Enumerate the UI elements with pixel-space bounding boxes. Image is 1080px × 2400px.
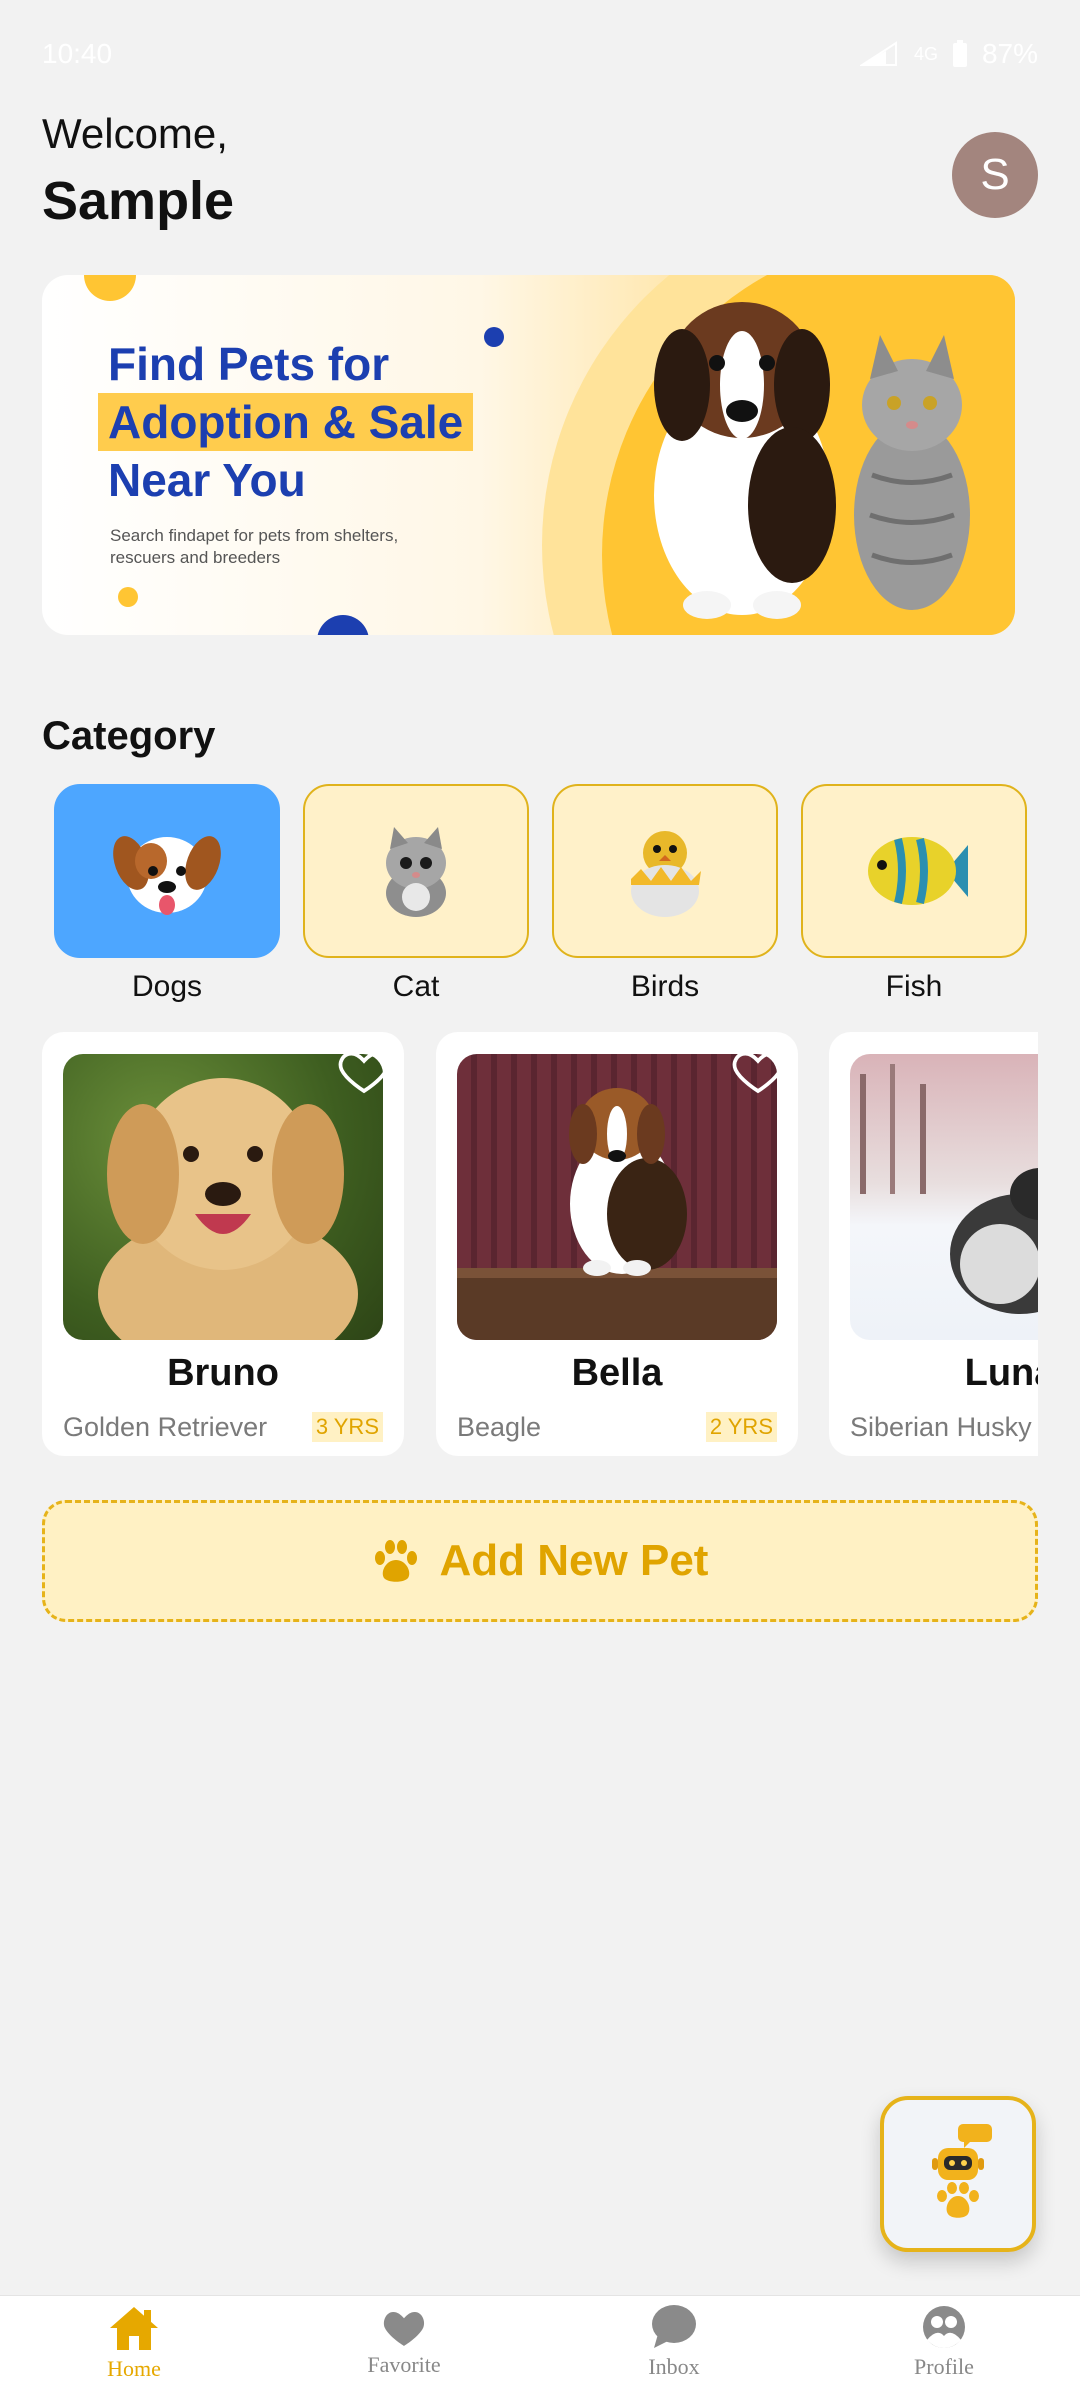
tropical-fish-icon — [868, 837, 968, 905]
signal-icon — [859, 41, 900, 67]
pet-name: Bruno — [167, 1352, 279, 1394]
heart-icon — [383, 2312, 425, 2346]
category-label: Birds — [630, 970, 700, 1003]
banner-line-3: Near You — [108, 454, 306, 506]
category-dogs[interactable] — [54, 784, 280, 958]
pet-age-badge: 2 YRS — [705, 1412, 777, 1442]
nav-label: Inbox — [648, 2354, 700, 2379]
bottom-nav: Home Favorite Inbox Profile — [0, 2295, 1080, 2400]
chat-bubble-icon — [652, 2305, 696, 2348]
hatching-chick-icon — [631, 831, 701, 917]
category-label: Cat — [392, 970, 440, 1003]
pet-card[interactable]: Bruno Golden Retriever 3 YRS — [42, 1032, 404, 1456]
pet-photo — [850, 1054, 1038, 1340]
banner-subtitle: Search findapet for pets from shelters, … — [110, 526, 399, 567]
cat-icon — [386, 827, 446, 917]
category-fish[interactable] — [801, 784, 1027, 958]
category-label: Dogs — [131, 970, 203, 1003]
robot-assistant-icon — [932, 2124, 992, 2218]
pet-breed: Golden Retriever — [63, 1412, 268, 1442]
assistant-fab[interactable] — [880, 2096, 1036, 2252]
pet-breed: Siberian Husky — [850, 1412, 1032, 1442]
banner-line-2: Adoption & Sale — [98, 393, 474, 451]
pet-name: Bella — [571, 1352, 663, 1394]
category-title: Category — [42, 714, 216, 758]
nav-label: Favorite — [367, 2352, 441, 2377]
avatar[interactable]: S — [952, 132, 1038, 218]
banner-decoration — [484, 327, 504, 347]
nav-home[interactable]: Home — [34, 2304, 234, 2382]
nav-label: Home — [107, 2356, 161, 2381]
add-new-pet-label: Add New Pet — [439, 1536, 709, 1585]
banner-decoration — [118, 587, 138, 607]
add-new-pet-button[interactable]: Add New Pet — [42, 1500, 1038, 1622]
pet-card[interactable]: Bella Beagle 2 YRS — [436, 1032, 798, 1456]
nav-label: Profile — [914, 2354, 974, 2379]
nav-profile[interactable]: Profile — [844, 2304, 1044, 2380]
status-bar: 10:40 4G 87% — [0, 0, 1080, 110]
welcome-text: Welcome, — [42, 110, 228, 157]
profile-icon — [923, 2306, 965, 2348]
battery-icon — [952, 40, 968, 68]
category-cat[interactable] — [303, 784, 529, 958]
pet-card[interactable]: Luna Siberian Husky — [829, 1032, 1038, 1456]
banner-decoration — [84, 275, 136, 301]
pet-age-badge: 3 YRS — [311, 1412, 383, 1442]
avatar-letter: S — [980, 150, 1010, 199]
status-time: 10:40 — [42, 38, 113, 69]
home-icon — [110, 2307, 158, 2350]
nav-favorite[interactable]: Favorite — [304, 2304, 504, 2378]
status-icons: 4G 87% — [859, 38, 1038, 70]
dog-face-icon — [113, 836, 221, 915]
banner-headline: Find Pets for Adoption & Sale Near You — [98, 335, 474, 509]
nav-inbox[interactable]: Inbox — [574, 2304, 774, 2380]
battery-level: 87% — [981, 38, 1038, 69]
pet-photo — [457, 1054, 777, 1340]
favorite-heart-icon[interactable] — [730, 1042, 786, 1098]
category-label: Fish — [885, 970, 943, 1003]
pet-photo — [63, 1054, 383, 1340]
promo-banner[interactable]: Find Pets for Adoption & Sale Near You S… — [42, 275, 1015, 635]
user-name: Sample — [42, 171, 235, 231]
paw-icon — [374, 1540, 417, 1582]
banner-line-1: Find Pets for — [108, 338, 390, 390]
favorite-heart-icon[interactable] — [336, 1042, 392, 1098]
dog-and-cat-image — [654, 302, 970, 619]
pet-breed: Beagle — [457, 1412, 542, 1442]
category-birds[interactable] — [552, 784, 778, 958]
network-type: 4G — [913, 43, 938, 64]
banner-decoration — [317, 615, 369, 635]
pet-name: Luna — [964, 1352, 1038, 1394]
